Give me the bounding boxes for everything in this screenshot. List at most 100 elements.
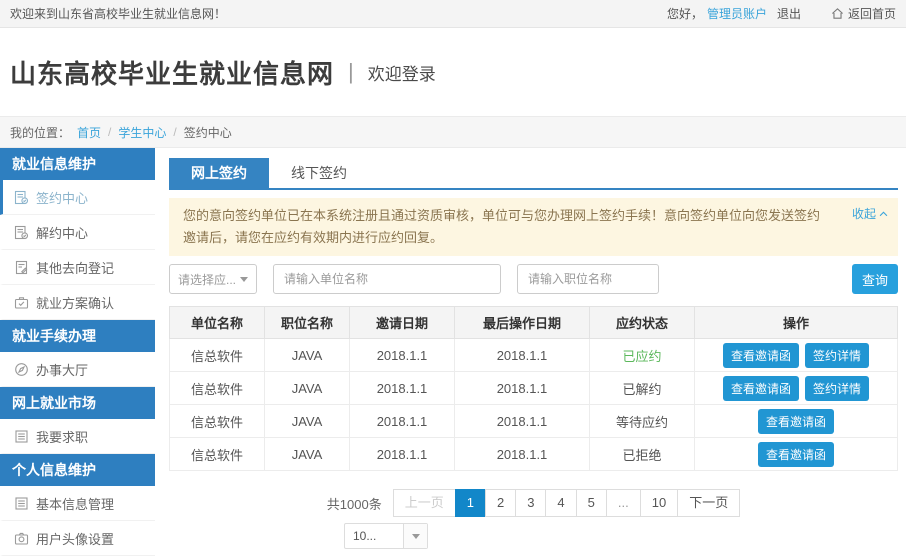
sidebar-item-sign-center[interactable]: 签约中心 bbox=[0, 180, 155, 215]
doc-pen-icon bbox=[14, 260, 29, 275]
column-header-5: 操作 bbox=[695, 307, 898, 339]
page-size-caret-button[interactable] bbox=[403, 524, 427, 548]
tab-offline-sign[interactable]: 线下签约 bbox=[269, 158, 369, 188]
list-icon bbox=[14, 429, 29, 444]
page-button-1[interactable]: 1 bbox=[455, 489, 486, 517]
breadcrumb-item-1[interactable]: 学生中心 bbox=[118, 124, 166, 141]
topbar: 欢迎来到山东省高校毕业生就业信息网！ 您好， 管理员账户 退出 返回首页 bbox=[0, 0, 906, 28]
home-link[interactable]: 返回首页 bbox=[831, 5, 896, 22]
page-button-5[interactable]: 5 bbox=[576, 489, 607, 517]
page-next-button[interactable]: 下一页 bbox=[677, 489, 740, 517]
total-count: 共1000条 bbox=[327, 494, 382, 513]
page-button-2[interactable]: 2 bbox=[485, 489, 516, 517]
page-size-row: 10... bbox=[169, 523, 898, 549]
cell-position: JAVA bbox=[265, 405, 350, 438]
logout-link[interactable]: 退出 bbox=[777, 5, 801, 22]
cell-status: 等待应约 bbox=[590, 405, 695, 438]
page-button-10[interactable]: 10 bbox=[640, 489, 678, 517]
page-buttons: 上一页12345...10下一页 bbox=[394, 489, 741, 517]
sidebar-item-other-destination[interactable]: 其他去向登记 bbox=[0, 250, 155, 285]
notice-box: 收起 您的意向签约单位已在本系统注册且通过资质审核，单位可与您办理网上签约手续！… bbox=[169, 198, 898, 256]
cell-actions: 查看邀请函 bbox=[695, 438, 898, 471]
cell-invite-date: 2018.1.1 bbox=[350, 339, 455, 372]
cell-company: 信总软件 bbox=[170, 339, 265, 372]
contract-seal-icon bbox=[14, 225, 29, 240]
main-content: 网上签约线下签约 收起 您的意向签约单位已在本系统注册且通过资质审核，单位可与您… bbox=[169, 148, 898, 549]
chevron-down-icon bbox=[240, 277, 248, 282]
cell-actions: 查看邀请函 bbox=[695, 405, 898, 438]
reply-status-select[interactable]: 请选择应... bbox=[169, 264, 257, 294]
sidebar-section-title-2: 网上就业市场 bbox=[0, 387, 155, 419]
site-title: 山东高校毕业生就业信息网 bbox=[10, 54, 334, 91]
sidebar-item-employment-plan-confirm[interactable]: 就业方案确认 bbox=[0, 285, 155, 320]
sidebar-item-avatar-setting[interactable]: 用户头像设置 bbox=[0, 521, 155, 556]
camera-icon bbox=[14, 531, 29, 546]
sign-detail-button[interactable]: 签约详情 bbox=[805, 376, 869, 401]
sidebar-item-basic-info[interactable]: 基本信息管理 bbox=[0, 486, 155, 521]
list-icon bbox=[14, 496, 29, 511]
sidebar-section-title-3: 个人信息维护 bbox=[0, 454, 155, 486]
table-header-row: 单位名称职位名称邀请日期最后操作日期应约状态操作 bbox=[170, 307, 898, 339]
cell-invite-date: 2018.1.1 bbox=[350, 438, 455, 471]
page-size-value: 10... bbox=[345, 524, 403, 548]
page-button-3[interactable]: 3 bbox=[515, 489, 546, 517]
sidebar-item-label: 用户头像设置 bbox=[36, 529, 114, 548]
column-header-3: 最后操作日期 bbox=[455, 307, 590, 339]
cell-status: 已应约 bbox=[590, 339, 695, 372]
sidebar-item-label: 解约中心 bbox=[36, 223, 88, 242]
cell-actions: 查看邀请函签约详情 bbox=[695, 339, 898, 372]
pagination: 共1000条 上一页12345...10下一页 bbox=[169, 489, 898, 517]
table-row: 信总软件JAVA2018.1.12018.1.1等待应约查看邀请函 bbox=[170, 405, 898, 438]
cell-company: 信总软件 bbox=[170, 438, 265, 471]
page-prev-button[interactable]: 上一页 bbox=[393, 489, 456, 517]
tab-bar: 网上签约线下签约 bbox=[169, 158, 898, 190]
contract-seal-icon bbox=[14, 190, 29, 205]
sidebar-section-title-1: 就业手续办理 bbox=[0, 320, 155, 352]
page-size-select[interactable]: 10... bbox=[344, 523, 428, 549]
account-link[interactable]: 管理员账户 bbox=[707, 5, 767, 22]
breadcrumb-item-0[interactable]: 首页 bbox=[77, 124, 101, 141]
sign-detail-button[interactable]: 签约详情 bbox=[805, 343, 869, 368]
breadcrumb-item-2: 签约中心 bbox=[184, 124, 232, 141]
table-row: 信总软件JAVA2018.1.12018.1.1已应约查看邀请函签约详情 bbox=[170, 339, 898, 372]
table-row: 信总软件JAVA2018.1.12018.1.1已解约查看邀请函签约详情 bbox=[170, 372, 898, 405]
view-invitation-button[interactable]: 查看邀请函 bbox=[758, 442, 834, 467]
page-button-4[interactable]: 4 bbox=[545, 489, 576, 517]
column-header-0: 单位名称 bbox=[170, 307, 265, 339]
view-invitation-button[interactable]: 查看邀请函 bbox=[723, 343, 799, 368]
search-button[interactable]: 查询 bbox=[852, 264, 898, 294]
table-row: 信总软件JAVA2018.1.12018.1.1已拒绝查看邀请函 bbox=[170, 438, 898, 471]
cell-position: JAVA bbox=[265, 372, 350, 405]
sidebar: 就业信息维护签约中心解约中心其他去向登记就业方案确认就业手续办理办事大厅网上就业… bbox=[0, 148, 155, 556]
column-header-4: 应约状态 bbox=[590, 307, 695, 339]
welcome-login-text: 欢迎登录 bbox=[368, 60, 436, 85]
cell-last-date: 2018.1.1 bbox=[455, 438, 590, 471]
sidebar-item-label: 就业方案确认 bbox=[36, 293, 114, 312]
position-name-input[interactable] bbox=[517, 264, 659, 294]
breadcrumb-label: 我的位置： bbox=[10, 124, 70, 141]
view-invitation-button[interactable]: 查看邀请函 bbox=[758, 409, 834, 434]
breadcrumb-separator: / bbox=[108, 125, 111, 139]
cell-status: 已拒绝 bbox=[590, 438, 695, 471]
cell-invite-date: 2018.1.1 bbox=[350, 405, 455, 438]
home-icon bbox=[831, 7, 844, 20]
cell-position: JAVA bbox=[265, 339, 350, 372]
sidebar-item-label: 其他去向登记 bbox=[36, 258, 114, 277]
company-name-input[interactable] bbox=[273, 264, 501, 294]
collapse-label: 收起 bbox=[852, 203, 876, 225]
view-invitation-button[interactable]: 查看邀请函 bbox=[723, 376, 799, 401]
reply-status-select-value: 请选择应... bbox=[178, 271, 236, 288]
sidebar-item-job-seek[interactable]: 我要求职 bbox=[0, 419, 155, 454]
collapse-link[interactable]: 收起 bbox=[852, 203, 888, 225]
sidebar-item-label: 签约中心 bbox=[36, 188, 88, 207]
sidebar-item-service-hall[interactable]: 办事大厅 bbox=[0, 352, 155, 387]
cell-last-date: 2018.1.1 bbox=[455, 339, 590, 372]
tab-online-sign[interactable]: 网上签约 bbox=[169, 158, 269, 188]
table-body: 信总软件JAVA2018.1.12018.1.1已应约查看邀请函签约详情信总软件… bbox=[170, 339, 898, 471]
sidebar-item-cancel-center[interactable]: 解约中心 bbox=[0, 215, 155, 250]
greeting-text: 您好， bbox=[667, 5, 703, 22]
column-header-1: 职位名称 bbox=[265, 307, 350, 339]
cell-actions: 查看邀请函签约详情 bbox=[695, 372, 898, 405]
invitation-table: 单位名称职位名称邀请日期最后操作日期应约状态操作 信总软件JAVA2018.1.… bbox=[169, 306, 898, 471]
sidebar-item-label: 办事大厅 bbox=[36, 360, 88, 379]
